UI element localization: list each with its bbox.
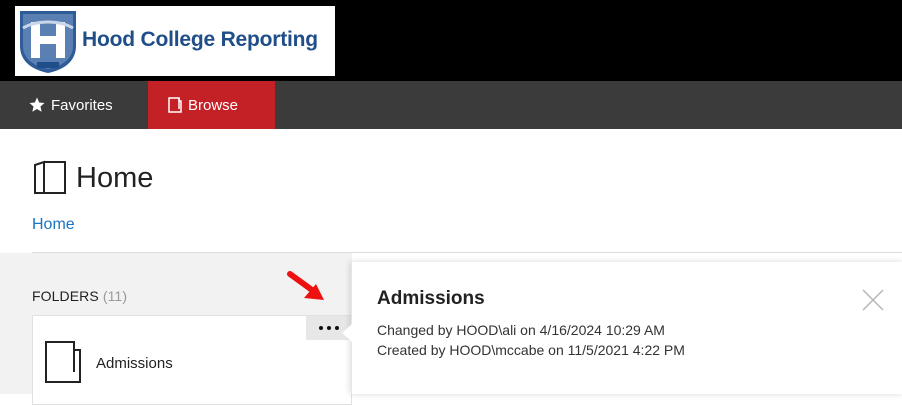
popup-created-info: Created by HOOD\mccabe on 11/5/2021 4:22… xyxy=(377,342,685,358)
ellipsis-dot xyxy=(335,326,339,330)
page-title-text: Home xyxy=(76,161,154,194)
nav-browse-label: Browse xyxy=(188,96,239,114)
red-arrow-icon xyxy=(287,271,324,300)
popup-title: Admissions xyxy=(377,288,485,309)
folders-header: FOLDERS (11) xyxy=(32,288,127,304)
nav-favorites-label: Favorites xyxy=(51,96,113,114)
folders-count: (11) xyxy=(102,288,128,304)
folder-icon xyxy=(168,97,182,113)
folder-tile-admissions[interactable]: Admissions xyxy=(32,315,352,405)
college-crest-icon xyxy=(20,11,76,73)
logo-text: Hood College Reporting xyxy=(82,28,318,51)
folders-header-label: FOLDERS xyxy=(32,288,99,304)
popup-changed-info: Changed by HOOD\ali on 4/16/2024 10:29 A… xyxy=(377,322,665,338)
nav-favorites[interactable]: Favorites xyxy=(28,81,113,129)
close-icon[interactable] xyxy=(860,287,886,313)
star-icon xyxy=(29,97,45,112)
ellipsis-dot xyxy=(319,326,323,330)
main-navigation: Favorites Browse xyxy=(0,81,902,129)
folder-icon xyxy=(45,341,81,383)
top-header-bar: Hood College Reporting xyxy=(0,0,902,81)
college-logo[interactable]: Hood College Reporting xyxy=(15,6,335,76)
folder-name: Admissions xyxy=(96,355,173,372)
breadcrumb-home[interactable]: Home xyxy=(32,216,75,234)
folder-icon xyxy=(34,160,66,194)
ellipsis-dot xyxy=(327,326,331,330)
popup-pointer xyxy=(342,324,352,342)
page-title: Home xyxy=(32,160,153,196)
folder-details-popup: Admissions Changed by HOOD\ali on 4/16/2… xyxy=(342,262,902,394)
nav-browse[interactable]: Browse xyxy=(148,81,275,129)
